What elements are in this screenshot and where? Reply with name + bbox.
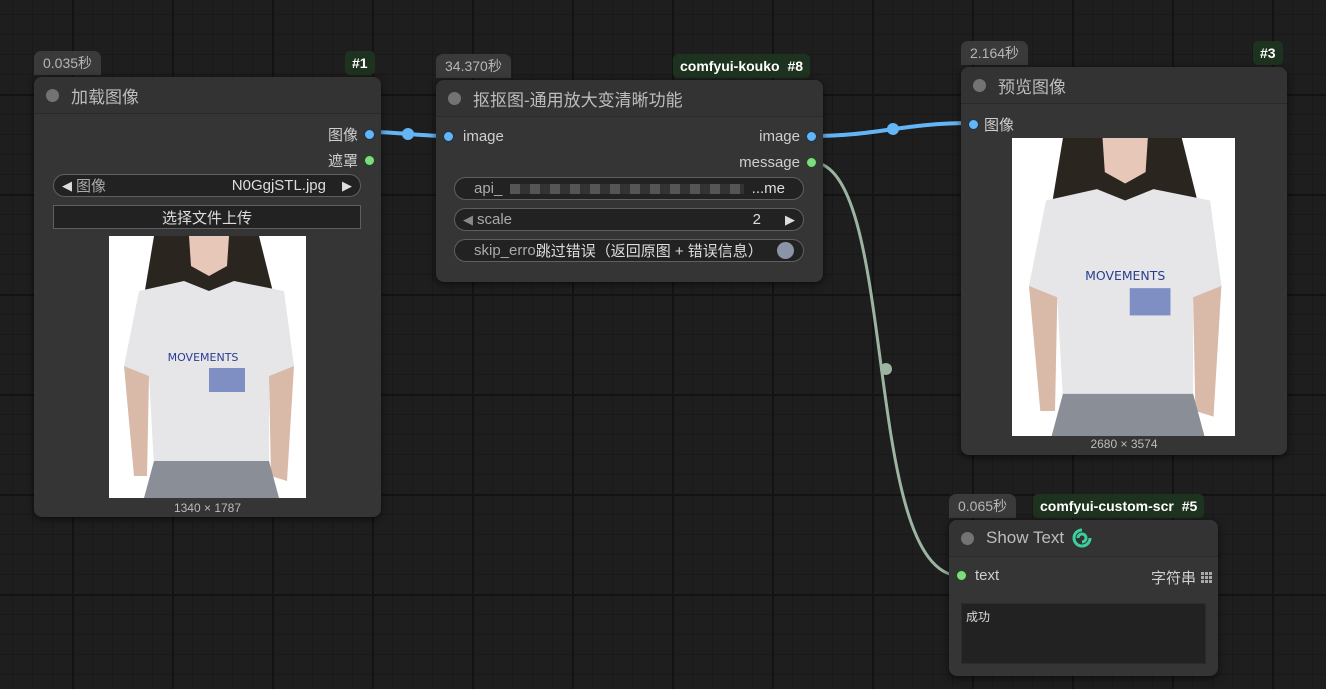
show-text-node[interactable]: Show Text text 字符串 成功 <box>949 520 1218 676</box>
execution-time-badge: 0.065秒 <box>949 494 1017 518</box>
arrow-right-icon[interactable]: ▶ <box>785 212 795 228</box>
node-source: comfyui-custom-scr <box>1040 498 1174 514</box>
widget-value: 跳过错误（返回原图 + 错误信息） <box>535 243 763 260</box>
node-source-badge: comfyui-custom-scr #5 <box>1033 494 1205 518</box>
widget-value: 2 <box>752 211 761 228</box>
grid-icon[interactable] <box>1201 572 1212 583</box>
node-title: 预览图像 <box>998 77 1066 97</box>
redacted-value <box>510 183 744 194</box>
output-slot-mask[interactable]: 遮罩 <box>328 150 375 171</box>
person-photo: MOVEMENTS <box>109 236 306 498</box>
output-slot-message[interactable]: message <box>739 154 817 171</box>
skip-error-toggle[interactable]: skip_erro 跳过错误（返回原图 + 错误信息） <box>454 239 804 262</box>
widget-label: scale <box>477 211 513 228</box>
output-port-icon[interactable] <box>806 131 817 142</box>
image-preview: MOVEMENTS <box>1012 138 1235 436</box>
status-dot-icon[interactable] <box>973 78 986 92</box>
toggle-icon[interactable] <box>777 242 794 259</box>
node-title-bar[interactable]: 加载图像 <box>34 77 381 114</box>
input-port-icon[interactable] <box>443 131 454 142</box>
link-midpoint-1 <box>402 128 414 140</box>
node-title-bar[interactable]: 预览图像 <box>961 67 1287 104</box>
load-image-node[interactable]: 加载图像 图像 遮罩 ◀ 图像 N0GgjSTL.jpg ▶ 选择文件上传 MO… <box>34 77 381 517</box>
input-port-icon[interactable] <box>956 570 967 581</box>
arrow-left-icon[interactable]: ◀ <box>62 178 72 194</box>
link-matting-to-preview <box>810 121 974 138</box>
status-dot-icon[interactable] <box>961 531 974 545</box>
arrow-left-icon[interactable]: ◀ <box>463 212 473 228</box>
node-title: 加载图像 <box>71 87 139 107</box>
node-id-badge: #3 <box>1253 41 1283 65</box>
image-select-widget[interactable]: ◀ 图像 N0GgjSTL.jpg ▶ <box>53 174 361 197</box>
link-midpoint-2 <box>887 123 899 135</box>
preview-image-node[interactable]: 预览图像 图像 MOVEMENTS 2680 × 3574 <box>961 67 1287 455</box>
input-slot-image[interactable]: 图像 <box>968 114 1014 135</box>
node-title: 抠抠图-通用放大变清晰功能 <box>473 90 683 110</box>
image-dimensions-caption: 2680 × 3574 <box>1090 437 1158 451</box>
link-midpoint-3 <box>880 363 892 375</box>
input-label: 图像 <box>984 117 1015 134</box>
text-output-area[interactable]: 成功 <box>961 603 1206 664</box>
input-slot-image[interactable]: image <box>443 128 504 145</box>
status-dot-icon[interactable] <box>46 88 59 102</box>
python-logo-icon <box>1072 528 1092 548</box>
output-slot-image[interactable]: 图像 <box>328 124 375 145</box>
upload-button[interactable]: 选择文件上传 <box>53 205 361 229</box>
node-title-bar[interactable]: 抠抠图-通用放大变清晰功能 <box>436 80 823 117</box>
matting-node[interactable]: 抠抠图-通用放大变清晰功能 image image message api_ .… <box>436 80 823 282</box>
svg-text:MOVEMENTS: MOVEMENTS <box>1085 268 1165 283</box>
execution-time-badge: 0.035秒 <box>34 51 102 75</box>
output-slot-image[interactable]: image <box>759 128 817 145</box>
input-slot-text[interactable]: text <box>956 567 999 584</box>
output-label: 字符串 <box>1150 570 1196 587</box>
input-label: image <box>463 128 504 145</box>
image-preview: MOVEMENTS <box>109 236 306 498</box>
api-key-widget[interactable]: api_ ...me <box>454 177 804 200</box>
widget-label: api_ <box>474 180 503 197</box>
output-slot-string[interactable]: 字符串 <box>1151 567 1212 588</box>
output-label: image <box>759 128 800 145</box>
node-title: Show Text <box>986 528 1065 547</box>
svg-text:MOVEMENTS: MOVEMENTS <box>168 351 239 364</box>
arrow-right-icon[interactable]: ▶ <box>342 178 352 194</box>
link-matting-to-showtext <box>810 160 962 578</box>
widget-value: ...me <box>751 180 785 197</box>
node-id-badge: #1 <box>345 51 375 75</box>
output-label: message <box>739 154 800 171</box>
node-id: #8 <box>787 58 804 74</box>
output-port-icon[interactable] <box>364 129 375 140</box>
node-source: comfyui-kouko <box>680 58 780 74</box>
node-source-badge: comfyui-kouko #8 <box>673 54 811 78</box>
output-port-icon[interactable] <box>806 157 817 168</box>
widget-value: N0GgjSTL.jpg <box>231 177 326 194</box>
input-label: text <box>975 567 1000 584</box>
widget-label: 图像 <box>76 178 107 195</box>
node-title-bar[interactable]: Show Text <box>949 520 1218 557</box>
output-label: 遮罩 <box>327 153 358 170</box>
output-label: 图像 <box>327 127 358 144</box>
widget-label: skip_erro <box>474 242 536 259</box>
execution-time-badge: 34.370秒 <box>436 54 511 78</box>
execution-time-badge: 2.164秒 <box>961 41 1029 65</box>
status-dot-icon[interactable] <box>448 91 461 105</box>
image-dimensions-caption: 1340 × 1787 <box>173 501 242 515</box>
person-photo: MOVEMENTS <box>1012 138 1235 436</box>
input-port-icon[interactable] <box>968 119 979 130</box>
output-port-icon[interactable] <box>364 155 375 166</box>
node-id: #5 <box>1181 498 1198 514</box>
scale-widget[interactable]: ◀ scale 2 ▶ <box>454 208 804 231</box>
